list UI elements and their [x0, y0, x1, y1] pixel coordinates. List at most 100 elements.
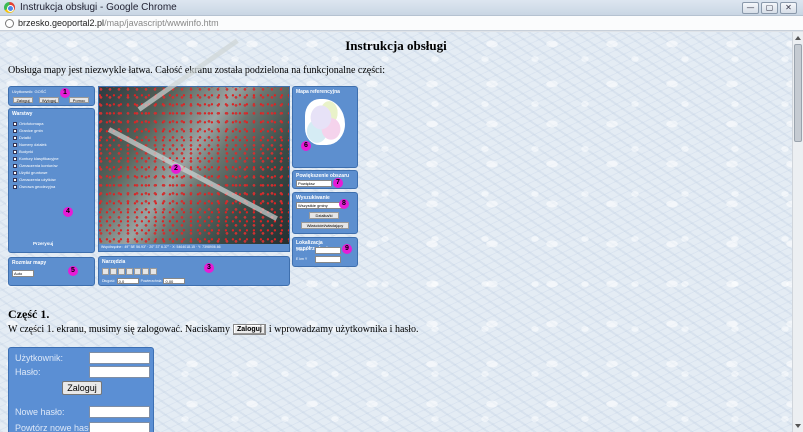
page-viewport: Instrukcja obsługi Obsługa mapy jest nie… — [0, 32, 792, 432]
mini-scale-select: Auto — [12, 270, 34, 277]
new-password-input[interactable] — [89, 406, 150, 418]
layer-checkbox — [13, 142, 17, 147]
badge-7: 7 — [333, 178, 343, 188]
page-info-icon[interactable] — [5, 19, 14, 28]
mini-refresh-button: Przerysuj — [33, 241, 54, 246]
part1-text-before: W części 1. ekranu, musimy się zalogować… — [8, 324, 230, 335]
layer-row: Osnowa geodezyjna — [13, 184, 55, 189]
layer-label: Oznaczenia użytków — [19, 177, 56, 182]
measure-icon — [126, 268, 133, 275]
layer-label: Działki — [19, 135, 31, 140]
part1-text-after: i wprowadzamy użytkownika i hasło. — [268, 324, 419, 335]
layer-row: Numery działek — [13, 142, 47, 147]
badge-1: 1 — [60, 88, 70, 98]
area-label: Powierzchnia — [140, 279, 162, 283]
mini-locate-panel: Lokalizacja współrzędnej X km Y E km Y 9 — [292, 237, 358, 267]
chrome-logo-icon — [4, 2, 15, 13]
layer-label: Osnowa geodezyjna — [19, 184, 56, 189]
new-password-label: Nowe hasło: — [15, 407, 65, 417]
map-app-screenshot: Użytkownik: GOŚĆ Zaloguj Wyloguj Pomoc 1… — [8, 38, 358, 286]
mini-zoom-panel: Powiększenie obszaru Powiększ 7 — [292, 170, 358, 189]
repeat-password-label: Powtórz nowe hasło: — [15, 423, 99, 432]
layer-label: Oznaczenia konturów — [19, 163, 58, 168]
part1-heading: Część 1. — [8, 307, 50, 321]
scrollbar-thumb[interactable] — [794, 44, 802, 142]
layer-row: Granice gmin — [13, 128, 43, 133]
mini-locate-x-input — [315, 247, 341, 254]
layer-row: Działki — [13, 135, 31, 140]
mini-locate-y-input — [315, 256, 341, 263]
mini-login-button: Zaloguj — [13, 97, 33, 103]
mini-user-value: GOŚĆ — [34, 89, 47, 94]
area-value: 0,00 — [163, 278, 186, 284]
mini-owner-search-button: Właściciel/władający — [301, 222, 349, 229]
mini-measure-fields: Długość 0,0 Powierzchnia 0,00 — [102, 278, 186, 284]
mini-layers-header: Warstwy — [12, 111, 33, 117]
layer-checkbox — [13, 177, 17, 182]
layer-checkbox — [13, 149, 17, 154]
layer-label: Granice gmin — [19, 128, 43, 133]
login-button[interactable]: Zaloguj — [62, 381, 102, 395]
close-button[interactable]: ✕ — [780, 2, 797, 14]
layer-checkbox — [13, 184, 17, 189]
length-label: Długość — [102, 279, 115, 283]
mini-layers-panel: Warstwy Ortofotomapa Granice gmin Działk… — [8, 108, 95, 253]
layer-checkbox — [13, 156, 17, 161]
mini-tools-panel: Narzędzia Długość 0,0 Powierzchnia 0,00 … — [98, 256, 290, 286]
inline-login-button: Zaloguj — [232, 324, 266, 335]
layer-row: Użytki gruntowe — [13, 170, 47, 175]
page-title: Instrukcja obsługi — [345, 38, 447, 53]
layer-label: Budynki — [19, 149, 34, 154]
mini-user-label: Użytkownik: GOŚĆ — [12, 89, 46, 94]
password-input[interactable] — [89, 366, 150, 378]
layer-checkbox — [13, 170, 17, 175]
badge-2: 2 — [171, 164, 181, 174]
mini-locate-x: X km Y — [296, 248, 308, 252]
layer-row: Oznaczenia użytków — [13, 177, 56, 182]
window-titlebar: Instrukcja obsługi - Google Chrome — ▢ ✕ — [0, 0, 803, 16]
mini-reference-map — [305, 99, 345, 145]
scroll-up-icon[interactable] — [795, 36, 801, 40]
mini-toolbar — [102, 268, 157, 275]
mini-login-panel: Użytkownik: GOŚĆ Zaloguj Wyloguj Pomoc 1 — [8, 86, 95, 106]
repeat-password-input[interactable] — [89, 422, 150, 432]
badge-3: 3 — [204, 263, 214, 273]
pan-icon — [118, 268, 125, 275]
mini-zoom-input: Powiększ — [296, 180, 332, 187]
layer-label: Użytki gruntowe — [19, 170, 48, 175]
mini-parcel-search-button: Działka/ki — [309, 212, 339, 219]
mini-scale-panel: Rozmiar mapy Auto 5 — [8, 257, 95, 286]
layer-row: Kontury klasyfikacyjne — [13, 156, 59, 161]
mini-refmap-panel: Mapa referencyjna 6 — [292, 86, 358, 168]
print-icon — [150, 268, 157, 275]
mini-logout-button: Wyloguj — [39, 97, 59, 103]
url-text[interactable]: brzesko.geoportal2.pl/map/javascript/www… — [18, 18, 219, 28]
window-title: Instrukcja obsługi - Google Chrome — [20, 2, 177, 13]
mini-refmap-header: Mapa referencyjna — [296, 89, 340, 95]
layer-row: Oznaczenia konturów — [13, 163, 57, 168]
mini-map-image: 2 Współrzędne : 49° 58' 56.93" · 20° 37'… — [98, 38, 290, 252]
layer-label: Ortofotomapa — [19, 121, 44, 126]
layer-checkbox — [13, 128, 17, 133]
layer-row: Budynki — [13, 149, 33, 154]
zoom-out-icon — [110, 268, 117, 275]
length-value: 0,0 — [116, 278, 139, 284]
minimize-button[interactable]: — — [742, 2, 759, 14]
layer-checkbox — [13, 163, 17, 168]
username-input[interactable] — [89, 352, 150, 364]
layer-label: Numery działek — [19, 142, 47, 147]
password-label: Hasło: — [15, 367, 41, 377]
url-host: brzesko.geoportal2.pl — [18, 18, 105, 28]
map-road — [107, 127, 278, 221]
mini-scale-header: Rozmiar mapy — [12, 260, 47, 266]
address-bar[interactable]: brzesko.geoportal2.pl/map/javascript/www… — [0, 16, 803, 31]
badge-9: 9 — [342, 244, 352, 254]
mini-help-button: Pomoc — [69, 97, 89, 103]
area-icon — [134, 268, 141, 275]
layer-checkbox — [13, 135, 17, 140]
mini-coords: Współrzędne : 49° 58' 56.93" · 20° 37' 6… — [99, 244, 289, 251]
badge-5: 5 — [68, 266, 78, 276]
maximize-button[interactable]: ▢ — [761, 2, 778, 14]
vertical-scrollbar[interactable] — [792, 32, 803, 432]
scroll-down-icon[interactable] — [795, 424, 801, 428]
